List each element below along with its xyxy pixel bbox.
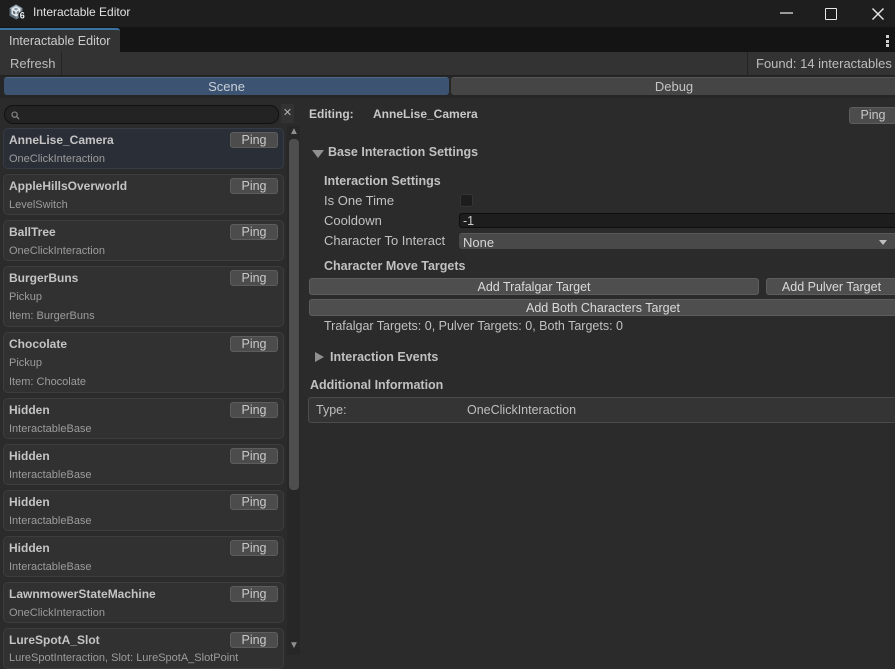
svg-text:6: 6 (20, 10, 25, 20)
